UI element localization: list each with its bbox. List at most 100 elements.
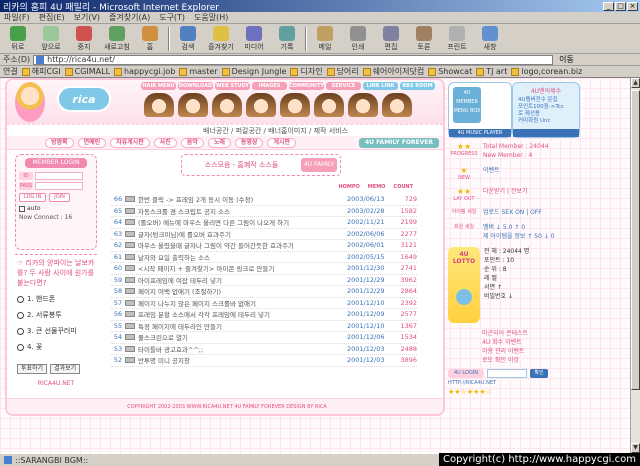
- member-sale-button[interactable]: 회원 세일: [448, 223, 480, 241]
- mail-button[interactable]: 메일: [310, 25, 340, 52]
- link-item[interactable]: 해피CGI: [21, 66, 61, 77]
- table-row[interactable]: 63 글자(텅크이님)에 롤오버 효과주기 2002/06/06 2277: [111, 229, 417, 240]
- radio-button[interactable]: [17, 311, 24, 319]
- nav-tab[interactable]: LINK LINK: [363, 82, 398, 90]
- character-icon[interactable]: [178, 93, 208, 117]
- row-subject[interactable]: <시작 페이지 + 즐겨찾기> 아이콘 링크로 만들기: [138, 263, 347, 273]
- row-subject[interactable]: 반투명 미니 공지창: [138, 355, 347, 365]
- link-item[interactable]: 당어리: [326, 66, 359, 77]
- search-button[interactable]: 검색: [173, 25, 203, 52]
- link-item[interactable]: 쉐어아이저닷컴: [362, 66, 424, 77]
- link-item[interactable]: master: [179, 67, 218, 76]
- row-subject[interactable]: 특정 페이지에 테두라인 만들기: [138, 321, 347, 331]
- row-subject[interactable]: 풀스크린으로 열기: [138, 332, 347, 342]
- header-hompo[interactable]: HOMPO: [338, 184, 359, 190]
- poll-option[interactable]: 1. 핸드폰: [17, 294, 95, 304]
- close-button[interactable]: ×: [627, 1, 638, 11]
- link-item[interactable]: Design Jungle: [221, 67, 286, 76]
- new-button[interactable]: ★ NEW: [448, 166, 480, 181]
- scroll-up-arrow-icon[interactable]: ▲: [631, 78, 640, 88]
- auto-login[interactable]: auto: [19, 205, 93, 212]
- sub-nav[interactable]: 배너공간 / 퍼갈공간 / 배너홈이미지 / 제작 서비스: [7, 124, 443, 136]
- category-button[interactable]: 자유게시판: [110, 137, 150, 148]
- header-count[interactable]: COUNT: [393, 184, 413, 190]
- notice-item[interactable]: 로또 확인 이강: [482, 356, 560, 365]
- music-player-bar[interactable]: 4U MUSIC PLAYER: [449, 129, 511, 137]
- refresh-button[interactable]: 새로고침: [102, 25, 132, 52]
- stop-button[interactable]: 중지: [69, 25, 99, 52]
- table-row[interactable]: 57 페이지 나누지 않은 페이지 스크롤바 없애기 2001/12/10 2392: [111, 298, 417, 309]
- poll-option[interactable]: 2. 서류봉투: [17, 310, 95, 320]
- row-subject[interactable]: 글자(텅크이님)에 롤오버 효과주기: [138, 229, 347, 239]
- table-row[interactable]: 52 반투명 미니 공지창 2001/12/03 3896: [111, 355, 417, 367]
- menu-edit[interactable]: 편집(E): [39, 12, 65, 23]
- character-icon[interactable]: [144, 93, 174, 117]
- table-row[interactable]: 54 풀스크린으로 열기 2001/12/06 1534: [111, 332, 417, 344]
- row-subject[interactable]: 날자와 요일 출력하는 소스: [138, 252, 347, 262]
- table-row[interactable]: 66 한번 클릭 -> 프레임 2개 동시 이동 (수정) 2003/06/13 72…: [111, 194, 417, 206]
- nav-tab[interactable]: HAIR MENU: [141, 82, 176, 90]
- row-subject[interactable]: 아이프레임에 여잡 테두리 넣기: [138, 275, 347, 285]
- table-row[interactable]: 64 (롤오버) 메뉴에 마우스 올리면 다른 그림이 나오게 하기 2002/11…: [111, 217, 417, 229]
- header-memo[interactable]: MEMO: [368, 184, 386, 190]
- go-button[interactable]: 이동: [559, 54, 574, 65]
- auto-checkbox[interactable]: [19, 205, 25, 212]
- table-row[interactable]: 61 날자와 요일 출력하는 소스 2002/05/15 1649: [111, 252, 417, 263]
- login-ok-button[interactable]: 확인: [530, 369, 548, 378]
- table-row[interactable]: 55 특정 페이지에 테두라인 만들기 2001/12/10 1367: [111, 321, 417, 332]
- vote-button[interactable]: 투표하기: [17, 364, 48, 374]
- row-subject[interactable]: 페이지 여백 없애기 (조절하기): [138, 286, 347, 296]
- favorites-button[interactable]: 즐겨찾기: [206, 25, 236, 52]
- row-subject[interactable]: (롤오버) 메뉴에 마우스 올리면 다른 그림이 나오게 하기: [138, 217, 347, 227]
- member-menu-box[interactable]: 4U MEMBER MENU BOX 4U MUSIC PLAYER: [448, 82, 512, 138]
- menu-view[interactable]: 보기(V): [74, 12, 100, 23]
- menu-tools[interactable]: 도구(T): [159, 12, 185, 23]
- poll-option[interactable]: 4. 꽃: [17, 342, 95, 352]
- link-item[interactable]: TJ art: [476, 67, 507, 76]
- discuss-button[interactable]: 토론: [409, 25, 439, 52]
- nav-tab[interactable]: BBS ROOM: [400, 82, 435, 90]
- layout-button[interactable]: ★★ LAY OUT: [448, 187, 480, 202]
- notice-item[interactable]: 4U 회수 이벤트: [482, 338, 560, 347]
- row-subject[interactable]: 마우스 올렸을때 글자나 그림이 약간 들어간듯한 효과주기: [138, 240, 347, 250]
- minimize-button[interactable]: _: [603, 1, 614, 11]
- nav-tab[interactable]: IMAGES: [252, 82, 287, 90]
- row-subject[interactable]: 한번 클릭 -> 프레임 2개 동시 이동 (수정): [138, 194, 347, 204]
- table-row[interactable]: 65 자동스크롤 겸 스크립트 공지 소스 2003/02/28 1582: [111, 206, 417, 217]
- link-item[interactable]: Showcat: [428, 67, 472, 76]
- category-button[interactable]: 노래: [207, 137, 231, 148]
- category-button[interactable]: 방명록: [45, 137, 74, 148]
- history-button[interactable]: 기록: [272, 25, 302, 52]
- event-text[interactable]: 이벤트: [483, 167, 500, 174]
- print2-button[interactable]: 프린트: [442, 25, 472, 52]
- login-input[interactable]: [487, 369, 527, 378]
- edit-button[interactable]: 편집: [376, 25, 406, 52]
- table-row[interactable]: 56 프레임 분할 소스에서 각각 프레임에 테두리 넣기 2001/12/09 25…: [111, 309, 417, 321]
- home-button[interactable]: 홈: [135, 25, 165, 52]
- character-icon[interactable]: [212, 93, 242, 117]
- nav-tab[interactable]: DOWNLOAD: [178, 82, 213, 90]
- character-icon[interactable]: [314, 93, 344, 117]
- radio-button[interactable]: [17, 295, 24, 303]
- address-input[interactable]: http://ricа4u.net/: [33, 54, 554, 65]
- notice-item[interactable]: 마곤되어 콘테스트: [482, 329, 560, 338]
- scroll-down-arrow-icon[interactable]: ▼: [631, 443, 640, 453]
- nav-tab[interactable]: COMMUNITY: [289, 82, 324, 90]
- link-item[interactable]: CGIMALL: [64, 67, 110, 76]
- category-button[interactable]: 동영상: [234, 137, 264, 148]
- category-button[interactable]: 사진: [153, 137, 177, 148]
- row-subject[interactable]: 자동스크롤 겸 스크립트 공지 소스: [138, 206, 347, 216]
- poll-option[interactable]: 3. 큰 선물꾸러미: [17, 326, 95, 336]
- result-button[interactable]: 결과보기: [50, 364, 81, 374]
- table-row[interactable]: 60 <시작 페이지 + 즐겨찾기> 아이콘 링크로 만들기 2001/12/30 2…: [111, 263, 417, 275]
- scroll-thumb[interactable]: [631, 90, 640, 390]
- login-button[interactable]: LOG IN: [19, 193, 47, 202]
- character-icon[interactable]: [382, 93, 412, 117]
- link-item[interactable]: logo,corean.biz: [511, 67, 582, 76]
- join-button[interactable]: JOIN: [49, 193, 70, 202]
- character-icon[interactable]: [348, 93, 378, 117]
- row-subject[interactable]: 페이지 나누지 않은 페이지 스크롤바 없애기: [138, 298, 347, 308]
- row-subject[interactable]: 타이틀바 광고효과^^;;: [138, 344, 347, 354]
- row-subject[interactable]: 프레임 분할 소스에서 각각 프레임에 테두리 넣기: [138, 309, 347, 319]
- notice-item[interactable]: 이용 관리 이벤트: [482, 347, 560, 356]
